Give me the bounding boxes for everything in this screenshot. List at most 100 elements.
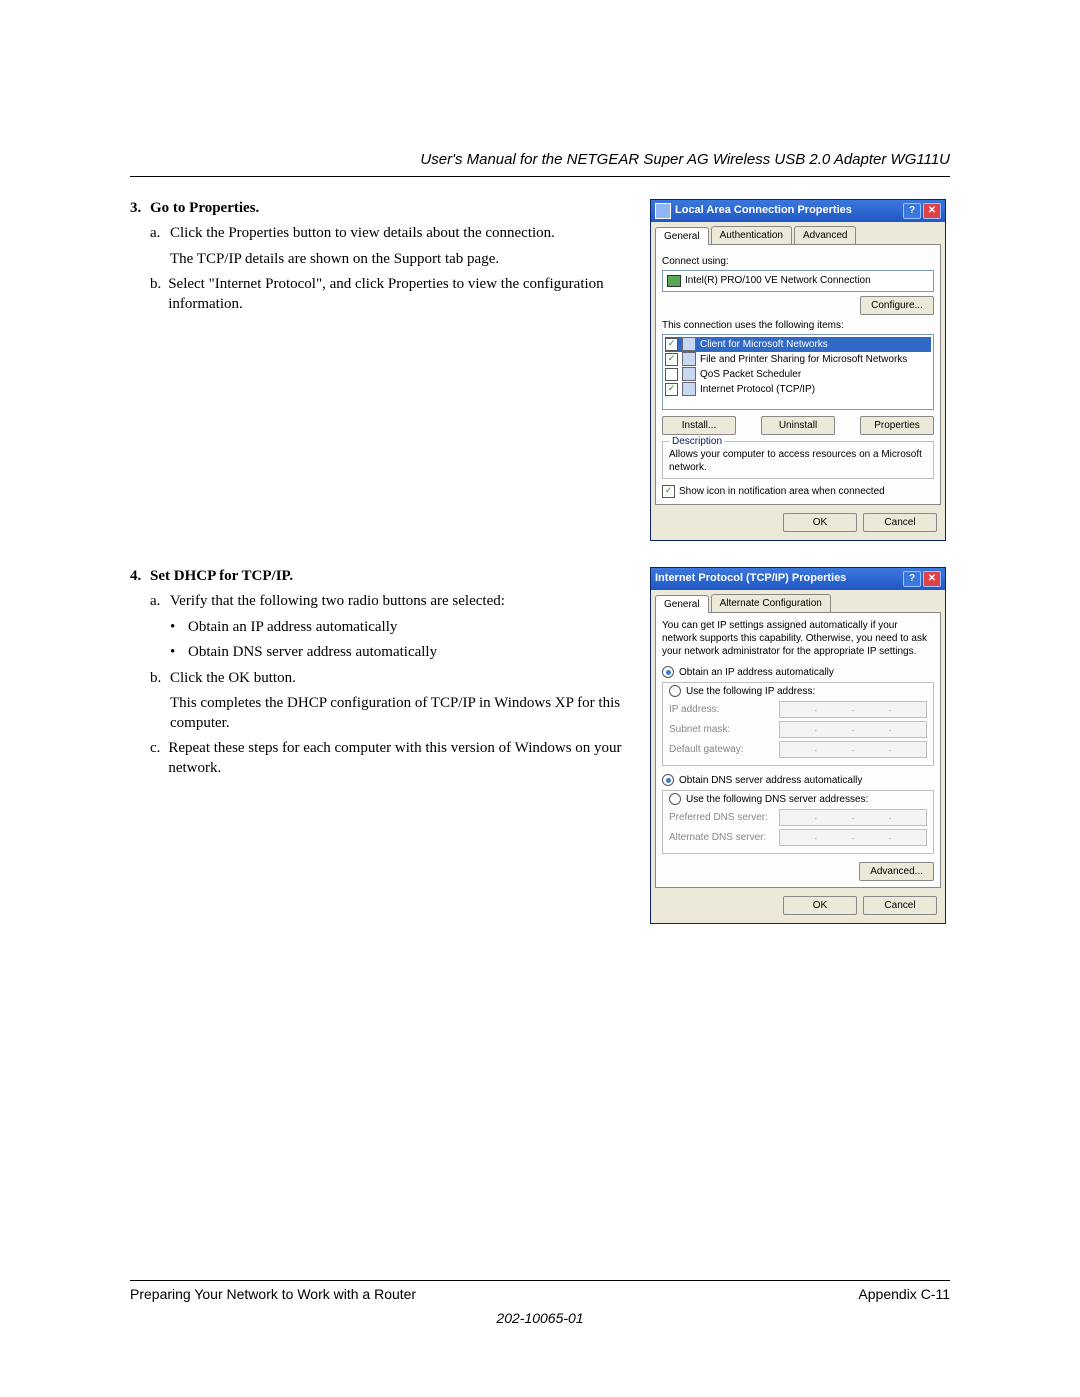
cancel-button[interactable]: Cancel	[863, 896, 937, 915]
help-button[interactable]: ?	[903, 571, 921, 587]
step-number: 3.	[130, 199, 150, 219]
field-label: Preferred DNS server:	[669, 811, 779, 824]
substep-letter: c.	[150, 739, 168, 778]
field-label: Subnet mask:	[669, 723, 779, 736]
page-header-title: User's Manual for the NETGEAR Super AG W…	[130, 150, 950, 170]
close-button[interactable]: ✕	[923, 203, 941, 219]
dialog-titlebar: Internet Protocol (TCP/IP) Properties ? …	[651, 568, 945, 590]
checkbox-icon[interactable]	[665, 383, 678, 396]
show-icon-checkbox[interactable]	[662, 485, 675, 498]
pref-dns-input: ...	[779, 809, 927, 826]
radio-ip-manual[interactable]	[669, 685, 681, 697]
radio-label: Obtain DNS server address automatically	[679, 774, 862, 787]
dialog-title: Local Area Connection Properties	[675, 203, 901, 217]
list-item[interactable]: QoS Packet Scheduler	[665, 367, 931, 382]
footer-left: Preparing Your Network to Work with a Ro…	[130, 1285, 416, 1303]
bullet-text: Obtain an IP address automatically	[188, 618, 397, 638]
configure-button[interactable]: Configure...	[860, 296, 934, 315]
uninstall-button[interactable]: Uninstall	[761, 416, 835, 435]
tab-general[interactable]: General	[655, 595, 709, 613]
components-listbox[interactable]: Client for Microsoft Networks File and P…	[662, 334, 934, 410]
checkbox-icon[interactable]	[665, 368, 678, 381]
substep-letter: a.	[150, 592, 170, 612]
substep-letter: b.	[150, 669, 170, 689]
dialog-titlebar: Local Area Connection Properties ? ✕	[651, 200, 945, 222]
dialog-title: Internet Protocol (TCP/IP) Properties	[655, 571, 901, 585]
close-button[interactable]: ✕	[923, 571, 941, 587]
field-label: Default gateway:	[669, 743, 779, 756]
footer-right: Appendix C-11	[858, 1285, 950, 1303]
header-rule	[130, 176, 950, 177]
radio-ip-auto[interactable]	[662, 666, 674, 678]
advanced-button[interactable]: Advanced...	[859, 862, 934, 881]
cancel-button[interactable]: Cancel	[863, 513, 937, 532]
bullet-icon: •	[170, 643, 188, 663]
tab-authentication[interactable]: Authentication	[711, 226, 792, 244]
bullet-text: Obtain DNS server address automatically	[188, 643, 437, 663]
list-item[interactable]: Client for Microsoft Networks	[665, 337, 931, 352]
checkbox-icon[interactable]	[665, 353, 678, 366]
dialog-local-area-connection-properties: Local Area Connection Properties ? ✕ Gen…	[650, 199, 946, 541]
substep-text: Repeat these steps for each computer wit…	[168, 739, 636, 778]
properties-button[interactable]: Properties	[860, 416, 934, 435]
field-label: Alternate DNS server:	[669, 831, 779, 844]
tab-alternate-config[interactable]: Alternate Configuration	[711, 594, 831, 612]
ok-button[interactable]: OK	[783, 896, 857, 915]
manual-ip-group: Use the following IP address: IP address…	[662, 682, 934, 766]
tab-strip: General Alternate Configuration	[651, 590, 945, 612]
description-group: Description Allows your computer to acce…	[662, 441, 934, 479]
substep-text: Verify that the following two radio butt…	[170, 592, 505, 612]
step-heading: Set DHCP for TCP/IP.	[150, 567, 293, 587]
substep-text: Click the OK button.	[170, 669, 296, 689]
radio-label: Obtain an IP address automatically	[679, 666, 834, 679]
list-item-label: QoS Packet Scheduler	[700, 368, 801, 381]
component-icon	[682, 352, 696, 366]
step-heading: Go to Properties.	[150, 199, 259, 219]
substep-text: Click the Properties button to view deta…	[170, 224, 555, 244]
group-title: Description	[669, 435, 725, 448]
dialog-internet-protocol-properties: Internet Protocol (TCP/IP) Properties ? …	[650, 567, 946, 924]
list-item-label: Internet Protocol (TCP/IP)	[700, 383, 815, 396]
install-button[interactable]: Install...	[662, 416, 736, 435]
substep-continuation: This completes the DHCP configuration of…	[130, 694, 636, 733]
footer-rule	[130, 1280, 950, 1281]
show-icon-label: Show icon in notification area when conn…	[679, 485, 885, 498]
component-icon	[682, 367, 696, 381]
radio-label: Use the following IP address:	[686, 685, 815, 698]
ok-button[interactable]: OK	[783, 513, 857, 532]
description-text: Allows your computer to access resources…	[669, 448, 927, 474]
list-item-label: Client for Microsoft Networks	[700, 338, 828, 351]
radio-dns-auto[interactable]	[662, 774, 674, 786]
tab-advanced[interactable]: Advanced	[794, 226, 856, 244]
items-label: This connection uses the following items…	[662, 319, 934, 332]
radio-label: Use the following DNS server addresses:	[686, 793, 868, 806]
subnet-input: ...	[779, 721, 927, 738]
explain-text: You can get IP settings assigned automat…	[662, 619, 934, 658]
substep-letter: a.	[150, 224, 170, 244]
connect-using-label: Connect using:	[662, 255, 934, 268]
tab-strip: General Authentication Advanced	[651, 222, 945, 244]
radio-dns-manual[interactable]	[669, 793, 681, 805]
list-item[interactable]: File and Printer Sharing for Microsoft N…	[665, 352, 931, 367]
ip-input: ...	[779, 701, 927, 718]
manual-dns-group: Use the following DNS server addresses: …	[662, 790, 934, 854]
step-number: 4.	[130, 567, 150, 587]
footer-docnum: 202-10065-01	[130, 1309, 950, 1327]
nic-display: Intel(R) PRO/100 VE Network Connection	[662, 270, 934, 292]
component-icon	[682, 337, 696, 351]
nic-name: Intel(R) PRO/100 VE Network Connection	[685, 274, 871, 287]
checkbox-icon[interactable]	[665, 338, 678, 351]
page-footer: Preparing Your Network to Work with a Ro…	[130, 1280, 950, 1327]
component-icon	[682, 382, 696, 396]
help-button[interactable]: ?	[903, 203, 921, 219]
field-label: IP address:	[669, 703, 779, 716]
tab-general[interactable]: General	[655, 227, 709, 245]
list-item[interactable]: Internet Protocol (TCP/IP)	[665, 382, 931, 397]
substep-continuation: The TCP/IP details are shown on the Supp…	[130, 250, 636, 270]
alt-dns-input: ...	[779, 829, 927, 846]
list-item-label: File and Printer Sharing for Microsoft N…	[700, 353, 907, 366]
substep-text: Select "Internet Protocol", and click Pr…	[168, 275, 636, 314]
gateway-input: ...	[779, 741, 927, 758]
bullet-icon: •	[170, 618, 188, 638]
nic-icon	[667, 275, 681, 287]
